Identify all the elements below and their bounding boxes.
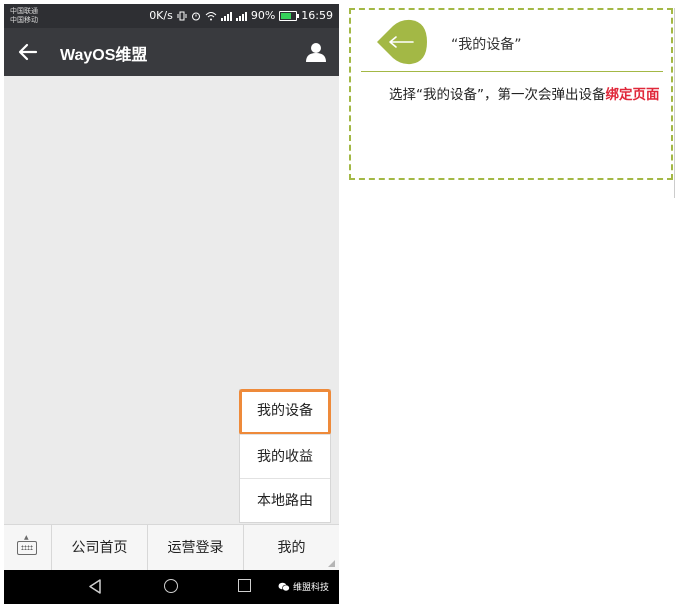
signal-2-icon: [235, 11, 247, 21]
menu-tab-company-home[interactable]: 公司首页: [52, 525, 148, 571]
carrier-1: 中国联通: [10, 7, 38, 15]
instruction-text-highlight: 绑定页面: [605, 87, 660, 103]
carrier-2: 中国移动: [10, 16, 38, 24]
status-indicators: 0K/s 90% 16:59: [149, 9, 333, 23]
title-bar: WayOS维盟: [4, 28, 339, 76]
submenu-indicator-icon: [328, 560, 335, 567]
popup-menu: 我的设备 我的收益 本地路由: [239, 389, 331, 523]
bottom-menu: ▲ 公司首页 运营登录 我的: [4, 524, 339, 571]
chevron-up-icon: ▲: [24, 534, 29, 541]
status-bar: 中国联通 中国移动 0K/s 90% 16:59: [4, 4, 339, 28]
nav-home-icon[interactable]: [164, 579, 178, 593]
back-arrow-icon[interactable]: [16, 40, 40, 64]
left-arrow-leaf-icon: [377, 19, 427, 65]
phone-screenshot: 中国联通 中国移动 0K/s 90% 16:59 WayOS维盟 我的设备 我的…: [4, 4, 339, 604]
alarm-icon: [191, 12, 200, 21]
menu-item-local-router[interactable]: 本地路由: [240, 478, 330, 522]
wechat-icon: [278, 582, 290, 591]
watermark-brand: 维盟科技: [278, 580, 329, 593]
battery-icon: [279, 11, 300, 21]
menu-tab-mine[interactable]: 我的: [244, 525, 339, 571]
menu-item-my-devices[interactable]: 我的设备: [239, 389, 331, 435]
page-edge-line: [674, 8, 675, 198]
menu-tab-operation-login[interactable]: 运营登录: [148, 525, 244, 571]
android-nav-bar: 维盟科技: [4, 570, 339, 604]
signal-1-icon: [220, 11, 232, 21]
keyboard-icon: [17, 541, 37, 555]
menu-item-my-earnings[interactable]: 我的收益: [240, 434, 330, 478]
clock: 16:59: [301, 9, 333, 22]
keyboard-toggle-button[interactable]: ▲: [4, 525, 52, 571]
divider: [361, 71, 663, 72]
carrier-info: 中国联通 中国移动: [10, 7, 38, 25]
nav-back-icon[interactable]: [88, 579, 102, 594]
instruction-callout: “我的设备” 选择“我的设备”，第一次会弹出设备绑定页面: [349, 8, 673, 180]
wifi-icon: [205, 12, 217, 21]
instruction-text-normal: 选择“我的设备”，第一次会弹出设备: [389, 87, 606, 103]
profile-icon[interactable]: [305, 41, 327, 63]
menu-tab-mine-label: 我的: [277, 540, 306, 556]
step-title: “我的设备”: [451, 37, 522, 53]
instruction-text: 选择“我的设备”，第一次会弹出设备绑定页面: [361, 80, 665, 110]
brand-text: 维盟科技: [292, 583, 329, 593]
network-speed: 0K/s: [149, 9, 173, 22]
app-title: WayOS维盟: [60, 47, 148, 64]
vibrate-icon: [177, 11, 187, 21]
battery-percent: 90%: [250, 9, 276, 22]
nav-recent-apps-icon[interactable]: [238, 579, 251, 592]
